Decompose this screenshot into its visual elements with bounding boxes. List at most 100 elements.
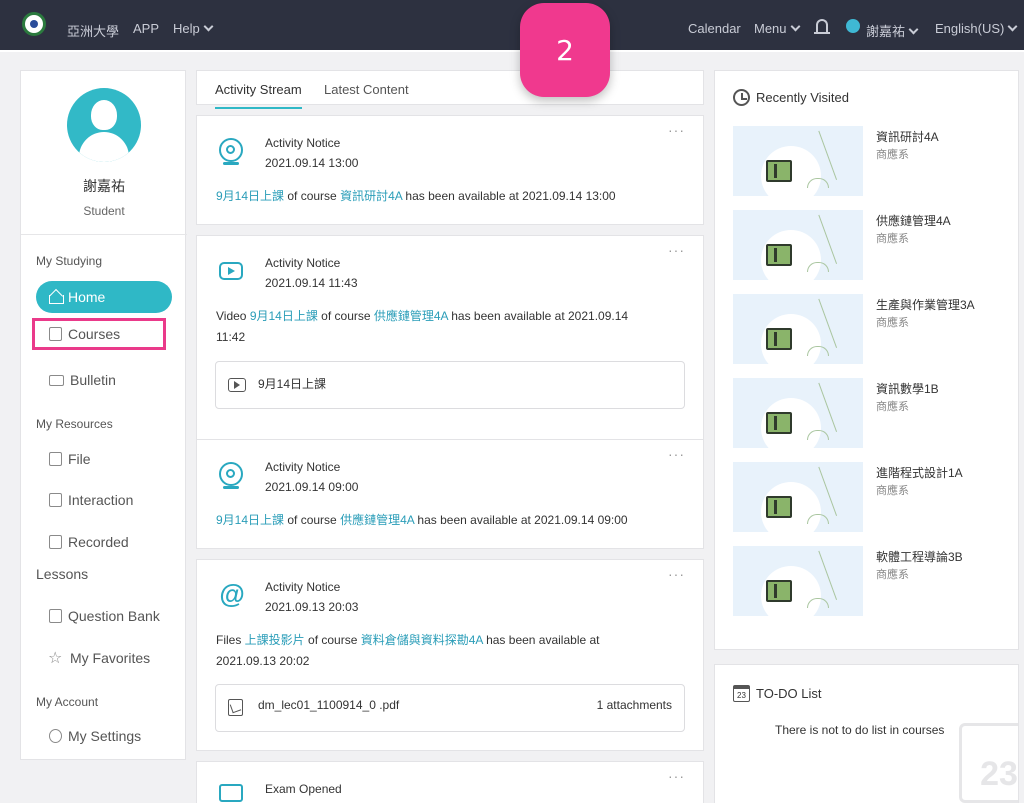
book-icon (766, 328, 792, 350)
todo-title: 23 TO-DO List (733, 685, 822, 702)
section-my-account: My Account (36, 695, 99, 709)
attachment-name: 9月14日上課 (258, 377, 327, 391)
book-icon (766, 160, 792, 182)
activity-card: ··· Activity Notice 2021.09.14 13:00 9月1… (196, 115, 704, 225)
section-my-studying: My Studying (36, 254, 103, 268)
recent-course-item[interactable]: 軟體工程導論3B 商應系 (733, 546, 1013, 616)
live-class-icon (219, 462, 243, 489)
profile-avatar[interactable] (67, 88, 141, 162)
help-label: Help (173, 21, 200, 36)
sidebar-item-courses[interactable]: Courses (32, 318, 166, 350)
course-link[interactable]: 供應鏈管理4A (340, 513, 414, 527)
card-body-continued: 11:42 (216, 330, 246, 344)
star-icon (48, 648, 64, 668)
card-text: has been available at 2021.09.14 09:00 (414, 513, 628, 527)
more-options-icon[interactable]: ··· (668, 122, 685, 138)
book-icon (766, 244, 792, 266)
stream-tabs: Activity Stream Latest Content (196, 70, 704, 109)
profile-name: 謝嘉祐 (83, 178, 125, 194)
sidebar-item-label: My Favorites (70, 650, 151, 666)
activity-card: ··· Activity Notice 2021.09.14 09:00 9月1… (196, 439, 704, 549)
recent-course-dept: 商應系 (876, 485, 909, 497)
help-menu[interactable]: Help (173, 21, 214, 36)
course-link[interactable]: 資料倉儲與資料探勘4A (361, 633, 483, 647)
sidebar-item-bulletin[interactable]: Bulletin (36, 364, 172, 396)
video-icon (219, 262, 243, 280)
course-link[interactable]: 供應鏈管理4A (374, 309, 448, 323)
sidebar-item-label: My Settings (68, 728, 142, 744)
recent-course-item[interactable]: 生產與作業管理3A 商應系 (733, 294, 1013, 364)
app-link[interactable]: APP (133, 21, 159, 36)
recent-course-name: 資訊研討4A (876, 130, 939, 144)
card-time: 2021.09.14 11:43 (265, 276, 358, 290)
settings-icon (49, 729, 62, 743)
book-icon (766, 412, 792, 434)
attachment-name: dm_lec01_1100914_0 .pdf (258, 698, 400, 712)
tab-activity-stream[interactable]: Activity Stream (215, 82, 302, 109)
activity-link[interactable]: 9月14日上課 (216, 189, 284, 203)
course-thumbnail (733, 294, 863, 364)
recently-visited-label: Recently Visited (756, 90, 849, 105)
course-link[interactable]: 資訊研討4A (340, 189, 402, 203)
activity-link[interactable]: 9月14日上課 (216, 513, 284, 527)
section-my-resources: My Resources (36, 417, 113, 431)
file-attachment[interactable]: dm_lec01_1100914_0 .pdf 1 attachments (215, 684, 685, 732)
sidebar-item-question-bank[interactable]: Question Bank (36, 600, 172, 632)
recent-course-name: 供應鏈管理4A (876, 214, 951, 228)
recent-course-item[interactable]: 資訊數學1B 商應系 (733, 378, 1013, 448)
user-avatar-icon[interactable] (846, 19, 860, 33)
menu-dropdown[interactable]: Menu (754, 21, 800, 36)
sidebar-item-label: Home (68, 289, 106, 305)
calendar-link[interactable]: Calendar (688, 21, 741, 36)
recent-course-dept: 商應系 (876, 569, 909, 581)
notification-bell-icon[interactable] (814, 19, 830, 34)
recent-course-item[interactable]: 供應鏈管理4A 商應系 (733, 210, 1013, 280)
card-text: of course (304, 633, 361, 647)
school-name-link[interactable]: 亞洲大學 (67, 21, 119, 40)
card-time: 2021.09.13 20:03 (265, 600, 359, 614)
recent-course-dept: 商應系 (876, 317, 909, 329)
card-title: Activity Notice (265, 460, 341, 474)
card-text: of course (284, 513, 341, 527)
sidebar-item-settings[interactable]: My Settings (36, 720, 172, 752)
recorded-lessons-icon (49, 535, 62, 549)
sidebar-item-label: Courses (68, 326, 121, 342)
recent-course-dept: 商應系 (876, 401, 909, 413)
sidebar-item-favorites[interactable]: My Favorites (36, 642, 172, 674)
course-thumbnail (733, 462, 863, 532)
language-selector[interactable]: English(US) (935, 21, 1018, 36)
university-logo-icon[interactable] (22, 12, 46, 36)
video-attachment[interactable]: 9月14日上課 (215, 361, 685, 409)
recent-course-item[interactable]: 進階程式設計1A 商應系 (733, 462, 1013, 532)
chevron-down-icon (203, 21, 214, 32)
courses-icon (49, 327, 62, 341)
card-text: has been available at (482, 633, 600, 647)
more-options-icon[interactable]: ··· (668, 242, 685, 258)
card-text: of course (317, 309, 374, 323)
chevron-down-icon (790, 21, 800, 32)
recent-course-item[interactable]: 資訊研討4A 商應系 (733, 126, 1013, 196)
sidebar-item-recorded-lessons[interactable]: Recorded (36, 526, 172, 558)
sidebar-item-label-continued[interactable]: Lessons (36, 566, 88, 582)
tab-latest-content[interactable]: Latest Content (324, 82, 409, 97)
question-bank-icon (49, 609, 62, 623)
sidebar-item-file[interactable]: File (36, 443, 172, 475)
card-text: Files (216, 633, 245, 647)
more-options-icon[interactable]: ··· (668, 446, 685, 462)
recently-visited-title: Recently Visited (733, 89, 849, 106)
chevron-down-icon (1007, 21, 1018, 32)
more-options-icon[interactable]: ··· (668, 768, 685, 784)
course-thumbnail (733, 210, 863, 280)
profile-role: Student (83, 204, 125, 218)
card-title: Activity Notice (265, 136, 341, 150)
sidebar-item-home[interactable]: Home (36, 281, 172, 313)
activity-link[interactable]: 上課投影片 (245, 633, 305, 647)
exam-icon (219, 784, 243, 802)
user-menu[interactable]: 謝嘉祐 (866, 21, 919, 40)
more-options-icon[interactable]: ··· (668, 566, 685, 582)
activity-link[interactable]: 9月14日上課 (250, 309, 318, 323)
card-text: has been available at 2021.09.14 13:00 (402, 189, 616, 203)
course-thumbnail (733, 546, 863, 616)
sidebar-item-interaction[interactable]: Interaction (36, 484, 172, 516)
file-icon (49, 452, 62, 466)
